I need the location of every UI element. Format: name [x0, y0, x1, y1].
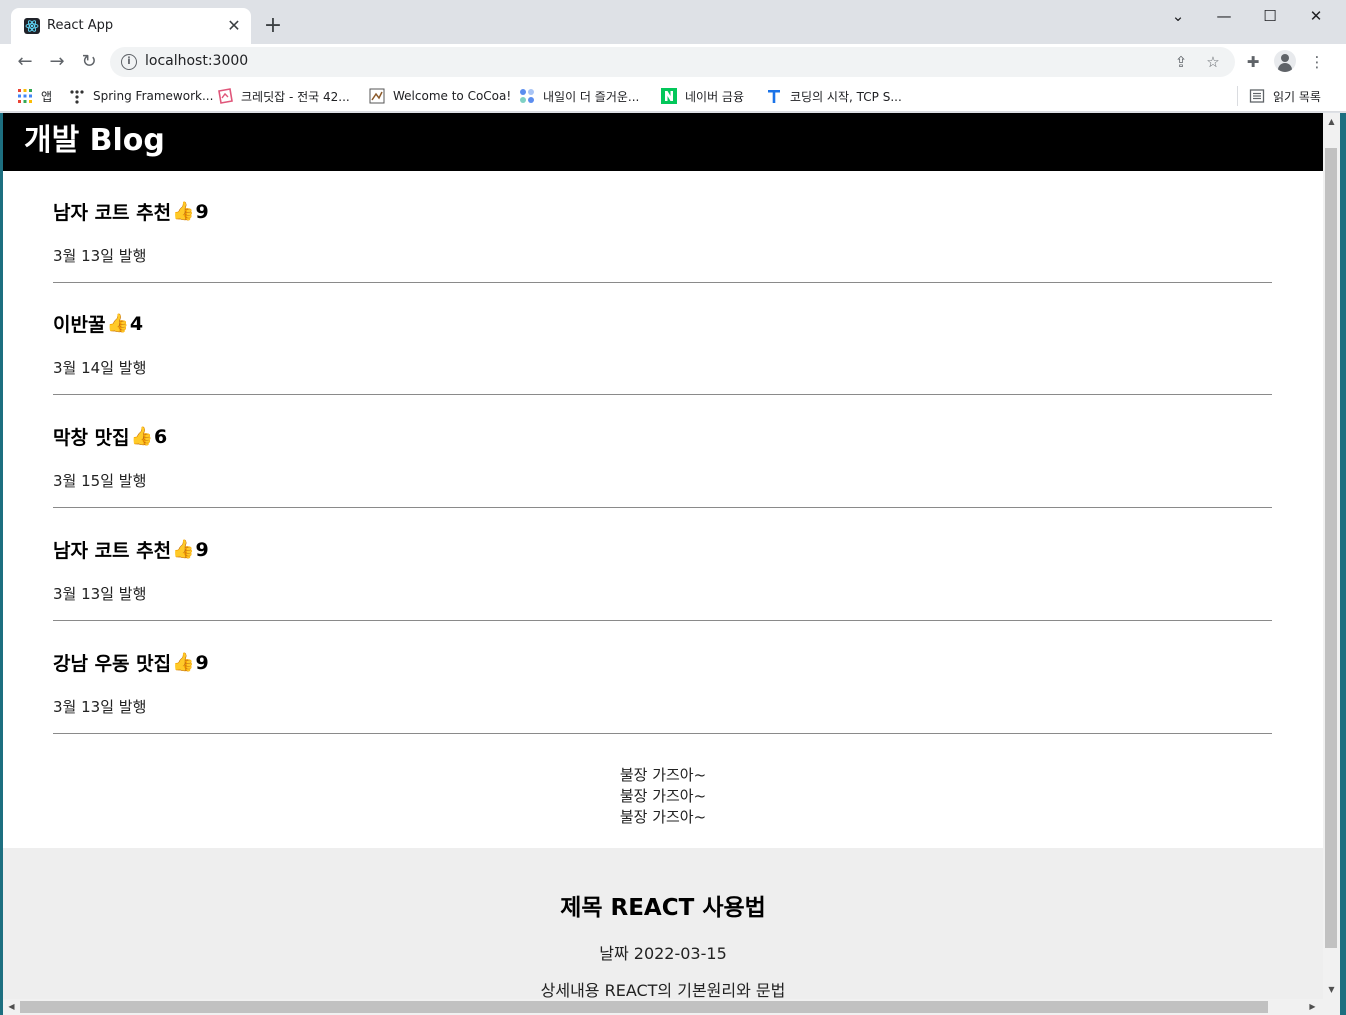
like-count: 9 — [195, 200, 209, 223]
bookmark-tomorrow[interactable]: 내일이 더 즐거운... — [519, 86, 639, 106]
page-viewport: 개발 Blog 남자 코트 추천 👍 9 3월 13일 발행 이반꿀 👍 4 3… — [3, 113, 1323, 999]
dots-icon — [519, 88, 535, 104]
thumbs-up-icon[interactable]: 👍 — [131, 427, 153, 446]
like-count: 6 — [153, 425, 168, 448]
modal-title: 제목 REACT 사용법 — [560, 895, 766, 921]
vertical-scrollbar[interactable]: ▲ ▼ — [1323, 113, 1340, 999]
bookmark-tcp[interactable]: 코딩의 시작, TCP S... — [766, 86, 902, 106]
minimize-button[interactable]: — — [1201, 4, 1247, 28]
repeat-line: 불장 가즈아~ — [619, 808, 707, 826]
apps-grid-icon — [17, 88, 33, 104]
tab-title: React App — [47, 18, 114, 33]
post-title-text: 남자 코트 추천 — [53, 202, 172, 224]
bookmark-cocoa[interactable]: Welcome to CoCoa! — [369, 86, 511, 106]
thumbs-up-icon[interactable]: 👍 — [106, 314, 128, 333]
post-list-item: 막창 맛집 👍 6 3월 15일 발행 — [53, 395, 1272, 508]
thumbs-up-icon[interactable]: 👍 — [172, 202, 194, 221]
bookmark-label: Welcome to CoCoa! — [393, 89, 512, 103]
profile-avatar-icon[interactable] — [1274, 50, 1296, 72]
bookmark-label: 크레딧잡 - 전국 42... — [241, 89, 350, 104]
bookmark-separator — [1237, 86, 1238, 106]
site-info-icon[interactable]: i — [121, 54, 137, 70]
blog-nav-bar: 개발 Blog — [3, 113, 1323, 171]
repeat-line: 불장 가즈아~ — [619, 787, 707, 805]
bookmark-label: 네이버 금융 — [685, 89, 745, 104]
post-title-text: 남자 코트 추천 — [53, 540, 172, 562]
close-tab-icon[interactable]: ✕ — [225, 17, 243, 35]
reload-icon[interactable]: ↻ — [77, 50, 101, 74]
bookmark-label: 앱 — [41, 89, 53, 104]
blog-title: 개발 Blog — [24, 123, 165, 158]
like-count: 4 — [129, 312, 144, 335]
new-tab-button[interactable]: + — [262, 15, 284, 37]
post-date: 3월 13일 발행 — [53, 585, 147, 603]
url-text[interactable]: localhost:3000 — [145, 53, 248, 69]
naver-icon — [661, 88, 677, 104]
post-date: 3월 13일 발행 — [53, 698, 147, 716]
post-date: 3월 15일 발행 — [53, 472, 147, 490]
bookmark-naver-finance[interactable]: 네이버 금융 — [661, 86, 744, 106]
extensions-icon[interactable]: ✚ — [1241, 50, 1265, 74]
bookmark-reading-list[interactable]: 읽기 목록 — [1249, 86, 1321, 106]
post-title[interactable]: 이반꿀 👍 4 — [53, 310, 143, 337]
window-frame-right — [1340, 113, 1346, 1015]
post-title[interactable]: 남자 코트 추천 👍 9 — [53, 536, 209, 563]
bookmark-label: 내일이 더 즐거운... — [543, 89, 640, 104]
close-window-button[interactable]: ✕ — [1293, 4, 1339, 28]
scroll-right-arrow-icon[interactable]: ▶ — [1304, 999, 1321, 1015]
horizontal-scrollbar[interactable]: ◀ ▶ — [3, 999, 1340, 1015]
share-icon[interactable]: ⇪ — [1170, 51, 1192, 73]
post-title[interactable]: 남자 코트 추천 👍 9 — [53, 198, 209, 225]
bookmark-label: 코딩의 시작, TCP S... — [790, 89, 902, 104]
scroll-down-arrow-icon[interactable]: ▼ — [1323, 981, 1340, 998]
tcp-icon — [766, 88, 782, 104]
browser-tab[interactable]: React App ✕ — [11, 8, 251, 44]
post-list-item: 남자 코트 추천 👍 9 3월 13일 발행 — [53, 170, 1272, 283]
bookmark-label: Spring Framework... — [93, 89, 214, 103]
cocoa-icon — [369, 88, 385, 104]
post-title[interactable]: 강남 우동 맛집 👍 9 — [53, 649, 209, 676]
post-list-item: 이반꿀 👍 4 3월 14일 발행 — [53, 282, 1272, 395]
bookmark-label: 읽기 목록 — [1273, 89, 1321, 104]
address-bar[interactable]: i localhost:3000 ⇪ ☆ — [110, 47, 1235, 77]
maximize-button[interactable]: ☐ — [1247, 4, 1293, 28]
repeat-line: 불장 가즈아~ — [619, 766, 707, 784]
vertical-scroll-thumb[interactable] — [1325, 148, 1337, 948]
react-icon — [24, 18, 40, 34]
modal-date: 날짜 2022-03-15 — [599, 944, 727, 963]
bookmark-kreditjob[interactable]: 크레딧잡 - 전국 42... — [217, 86, 350, 106]
back-arrow-icon[interactable]: ← — [13, 50, 37, 74]
kreditjob-icon — [217, 88, 233, 104]
bookmarks-bar: 앱 Spring Framework... 크레딧잡 - 전국 42... We… — [0, 80, 1346, 112]
post-date: 3월 13일 발행 — [53, 247, 147, 265]
post-title-text: 막창 맛집 — [53, 427, 130, 449]
scroll-up-arrow-icon[interactable]: ▲ — [1323, 113, 1340, 130]
thumbs-up-icon[interactable]: 👍 — [172, 540, 194, 559]
scroll-left-arrow-icon[interactable]: ◀ — [3, 999, 20, 1015]
tab-strip: React App ✕ + ⌄ — ☐ ✕ — [0, 0, 1346, 44]
post-title-text: 강남 우동 맛집 — [53, 653, 172, 675]
bookmark-spring[interactable]: Spring Framework... — [69, 86, 213, 106]
spring-icon — [69, 88, 85, 104]
menu-dots-icon[interactable]: ⋮ — [1305, 50, 1329, 74]
post-title-text: 이반꿀 — [53, 314, 106, 336]
forward-arrow-icon[interactable]: → — [45, 50, 69, 74]
repeat-text-block: 불장 가즈아~ 불장 가즈아~ 불장 가즈아~ — [3, 765, 1323, 828]
post-date: 3월 14일 발행 — [53, 359, 147, 377]
bookmark-apps[interactable]: 앱 — [17, 86, 52, 106]
detail-modal: 제목 REACT 사용법 날짜 2022-03-15 상세내용 REACT의 기… — [3, 848, 1323, 999]
reading-list-icon — [1249, 88, 1265, 104]
bookmark-star-icon[interactable]: ☆ — [1202, 51, 1224, 73]
thumbs-up-icon[interactable]: 👍 — [172, 653, 194, 672]
tab-search-icon[interactable]: ⌄ — [1155, 4, 1201, 28]
modal-detail: 상세내용 REACT의 기본원리와 문법 — [540, 981, 786, 999]
like-count: 9 — [195, 651, 209, 674]
post-list-item: 강남 우동 맛집 👍 9 3월 13일 발행 — [53, 621, 1272, 734]
browser-toolbar: ← → ↻ i localhost:3000 ⇪ ☆ ✚ ⋮ — [0, 44, 1346, 80]
post-list-item: 남자 코트 추천 👍 9 3월 13일 발행 — [53, 508, 1272, 621]
horizontal-scroll-thumb[interactable] — [20, 1001, 1268, 1013]
like-count: 9 — [195, 538, 209, 561]
post-title[interactable]: 막창 맛집 👍 6 — [53, 423, 167, 450]
